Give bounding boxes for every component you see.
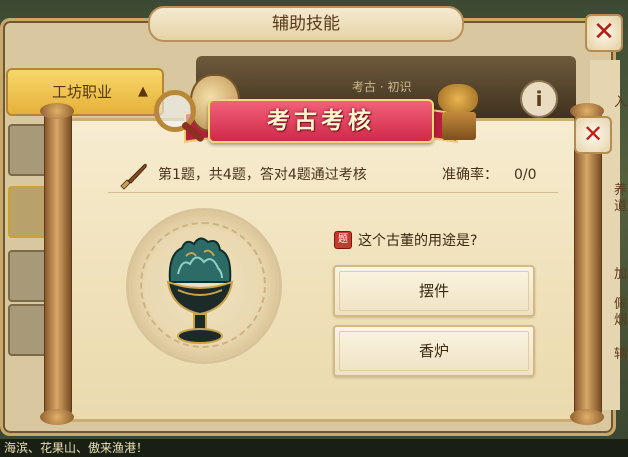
bronze-seal-icon	[436, 84, 480, 142]
chevron-up-icon: ▲	[138, 84, 148, 99]
dialog-close-button[interactable]: ✕	[574, 116, 612, 154]
strip-char: 加	[614, 267, 628, 282]
brush-icon	[120, 163, 147, 190]
dialog-title: 考古考核	[267, 108, 375, 134]
panel-title: 辅助技能	[148, 6, 464, 42]
info-button[interactable]: i	[520, 80, 558, 118]
strip-char: 养	[614, 183, 628, 198]
strip-char: 道	[614, 199, 628, 214]
censer-artifact-icon	[166, 237, 234, 344]
panel-close-button[interactable]: ✕	[585, 14, 623, 52]
question-text: 这个古董的用途是?	[358, 233, 478, 249]
dialog-title-ribbon: 考古考核	[208, 99, 434, 143]
strip-char: 入	[614, 95, 628, 110]
scroll-roller-right	[570, 103, 604, 425]
strip-char: 烟	[614, 313, 628, 328]
answer-option-2[interactable]: 香炉	[333, 325, 535, 377]
answer-option-1[interactable]: 摆件	[333, 265, 535, 317]
scroll-roller-left	[40, 103, 74, 425]
strip-char: 佩	[614, 297, 628, 312]
accuracy-display: 准确率： 0/0	[442, 164, 537, 184]
accuracy-label: 准确率：	[442, 167, 498, 183]
divider	[108, 192, 558, 193]
strip-char: 辅	[614, 347, 628, 362]
tab-workshop-profession[interactable]: 工坊职业 ▲	[6, 68, 164, 116]
back-header-subtitle: 考古 · 初识	[352, 80, 412, 94]
accuracy-value: 0/0	[514, 167, 537, 183]
question-seal-icon: 题	[334, 231, 352, 249]
world-ticker: 海滨、花果山、傲来渔港！	[0, 439, 628, 457]
progress-text: 第1题，共4题，答对4题通过考核	[158, 167, 367, 183]
